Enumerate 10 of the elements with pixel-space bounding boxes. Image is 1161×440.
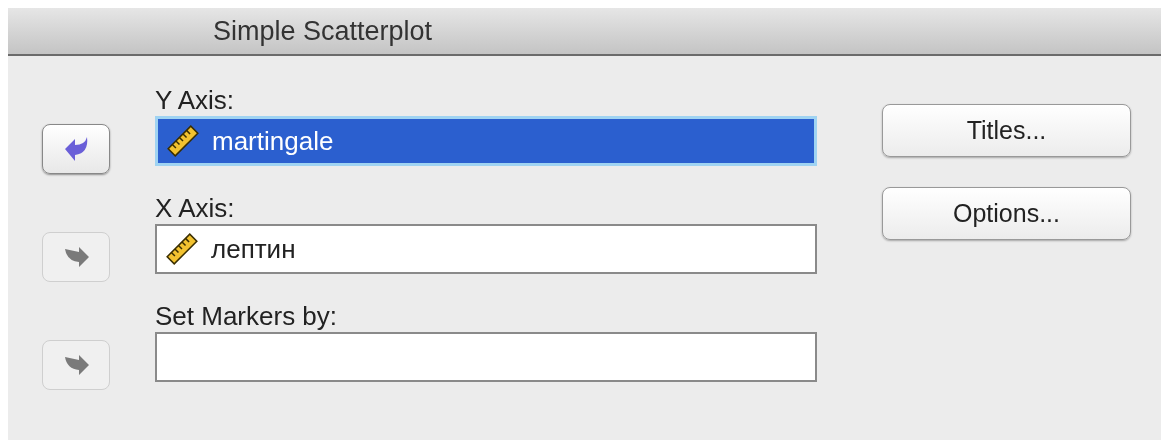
variable-name: martingale — [212, 124, 334, 158]
dialog-button[interactable]: Options... — [882, 187, 1131, 240]
variable-name: лептин — [211, 232, 296, 266]
window-title: Simple Scatterplot — [213, 14, 433, 48]
field-label: X Axis: — [155, 192, 236, 224]
field-label: Y Axis: — [155, 84, 235, 116]
dialog-button[interactable]: Titles... — [882, 104, 1131, 157]
field-label: Set Markers by: — [155, 300, 339, 332]
move-button[interactable] — [42, 124, 110, 174]
variable-field[interactable]: martingale — [155, 116, 817, 166]
